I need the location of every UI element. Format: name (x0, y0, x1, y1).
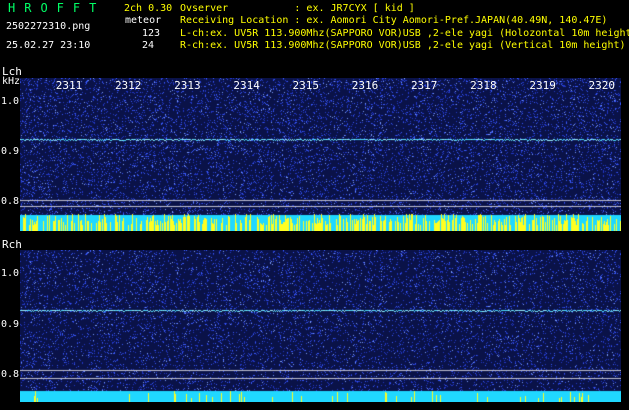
datetime-label: 25.02.27 23:10 (6, 40, 91, 51)
rch-info-line: R-ch:ex. UV5R 113.900Mhz(SAPPORO VOR)USB… (180, 39, 626, 51)
time-tick-label: 2311 (55, 79, 83, 92)
khz-unit-label: kHz (2, 76, 21, 87)
rch-spectrogram-canvas (20, 250, 621, 402)
lch-spectrogram-canvas (20, 78, 621, 231)
app-title: HROFFT (8, 1, 106, 15)
rch-ytick-0.9: 0.9 (1, 319, 20, 330)
station-info: Ovserver : ex. JR7CYX [ kid ] Receiving … (180, 3, 629, 52)
rch-meteor-count: 24 (142, 40, 155, 51)
meteor-label: meteor (125, 15, 162, 26)
lch-spectrogram: 2311 2312 2313 2314 2315 2316 2317 2318 2319 2320 (20, 78, 621, 231)
location-line: Receiving Location : ex. Aomori City Aom… (180, 15, 608, 27)
time-tick-label: 2320 (588, 79, 616, 92)
lch-ytick-0.9: 0.9 (1, 146, 20, 157)
rch-spectrogram (20, 250, 621, 402)
filename-label: 2502272310.png (6, 21, 91, 32)
time-tick-label: 2314 (233, 79, 260, 92)
time-tick-label: 2315 (292, 79, 320, 92)
version-label: 2ch 0.30 (124, 3, 173, 14)
lch-meteor-count: 123 (142, 28, 161, 39)
time-tick-label: 2317 (410, 79, 438, 92)
rch-label: Rch (2, 238, 22, 251)
rch-ytick-1.0: 1.0 (1, 268, 20, 279)
lch-ytick-0.8: 0.8 (1, 196, 20, 207)
rch-ytick-0.8: 0.8 (1, 369, 20, 380)
lch-ytick-1.0: 1.0 (1, 96, 20, 107)
time-tick-label: 2319 (529, 79, 556, 92)
lch-info-line: L-ch:ex. UV5R 113.900Mhz(SAPPORO VOR)USB… (180, 27, 629, 39)
time-tick-label: 2316 (351, 79, 379, 92)
time-tick-label: 2312 (114, 79, 142, 92)
observer-line: Ovserver : ex. JR7CYX [ kid ] (180, 3, 415, 14)
time-tick-label: 2313 (174, 79, 201, 92)
time-tick-label: 2318 (470, 79, 497, 92)
